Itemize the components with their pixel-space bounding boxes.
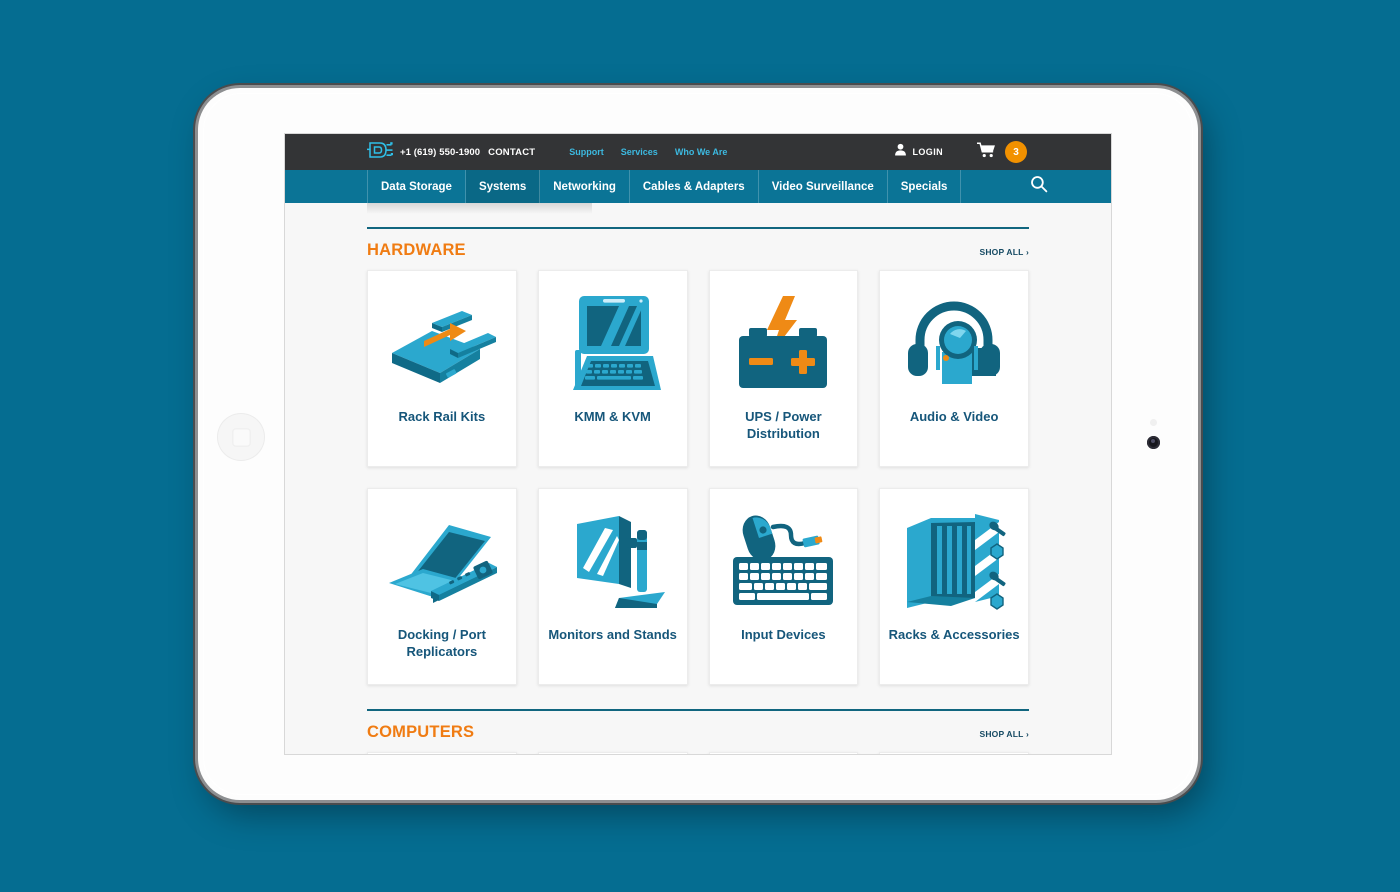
keyboard-mouse-icon	[710, 503, 858, 621]
category-tile-input-devices[interactable]: Input Devices	[708, 488, 859, 685]
kmm-kvm-icon	[539, 285, 687, 403]
category-label: Docking / Port Replicators	[397, 627, 486, 659]
category-label: Monitors and Stands	[548, 627, 677, 642]
ambient-light-sensor	[1150, 419, 1157, 426]
browser-viewport: +1 (619) 550-1900 CONTACT Support Servic…	[285, 134, 1111, 754]
section-title-hardware: HARDWARE	[367, 241, 466, 259]
login-label: LOGIN	[912, 147, 943, 157]
category-tile-audio-video[interactable]: Audio & Video	[879, 270, 1029, 467]
tablet-device: +1 (619) 550-1900 CONTACT Support Servic…	[198, 88, 1198, 800]
user-icon	[894, 143, 907, 161]
nav-item-networking[interactable]: Networking	[540, 170, 630, 203]
category-tile-kmm-kvm[interactable]: KMM & KVM	[537, 270, 688, 467]
category-label: Input Devices	[741, 627, 826, 642]
category-tile-computers-4[interactable]	[879, 752, 1029, 754]
cart-button[interactable]: 3	[976, 141, 1027, 163]
docking-station-icon	[368, 503, 516, 621]
home-button[interactable]	[217, 413, 265, 461]
site-logo[interactable]: +1 (619) 550-1900 CONTACT	[367, 140, 535, 165]
category-label: UPS / Power Distribution	[745, 409, 822, 441]
category-tile-monitors-and-stands[interactable]: Monitors and Stands	[537, 488, 688, 685]
contact-link[interactable]: CONTACT	[488, 147, 535, 158]
utility-bar: +1 (619) 550-1900 CONTACT Support Servic…	[285, 134, 1111, 170]
primary-navigation: Data Storage Systems Networking Cables &…	[285, 170, 1111, 214]
circuit-d-logo-icon	[367, 140, 393, 165]
section-header-hardware: HARDWARE SHOP ALL ›	[367, 229, 1029, 270]
front-camera	[1147, 436, 1160, 449]
ups-battery-icon	[710, 285, 858, 403]
login-button[interactable]: LOGIN	[894, 143, 944, 161]
utility-link-support[interactable]: Support	[569, 147, 604, 157]
home-button-square	[231, 427, 251, 447]
category-tile-docking-port-replicators[interactable]: Docking / Port Replicators	[367, 488, 517, 685]
search-button[interactable]	[1013, 170, 1065, 203]
nav-item-cables-adapters[interactable]: Cables & Adapters	[630, 170, 759, 203]
utility-link-services[interactable]: Services	[621, 147, 658, 157]
nav-item-systems[interactable]: Systems	[465, 170, 541, 203]
category-label: Audio & Video	[909, 409, 999, 424]
category-grid-computers	[367, 752, 1029, 754]
phone-number[interactable]: +1 (619) 550-1900	[400, 147, 480, 158]
server-rack-icon	[880, 503, 1028, 621]
utility-bar-right: LOGIN 3	[894, 141, 1027, 163]
nav-item-specials[interactable]: Specials	[888, 170, 962, 203]
shop-all-computers[interactable]: SHOP ALL ›	[979, 729, 1029, 739]
category-grid-hardware: Rack Rail Kits KMM & KVM UPS / Power Dis…	[367, 270, 1029, 685]
page-content: HARDWARE SHOP ALL › Rack Rail Kits KMM &…	[285, 227, 1111, 754]
category-label: KMM & KVM	[574, 409, 651, 424]
section-header-computers: COMPUTERS SHOP ALL ›	[367, 711, 1029, 752]
nav-item-data-storage[interactable]: Data Storage	[367, 170, 466, 203]
monitor-stand-icon	[539, 503, 687, 621]
shopping-cart-icon	[976, 141, 996, 163]
utility-links: Support Services Who We Are	[569, 147, 744, 157]
utility-link-who-we-are[interactable]: Who We Are	[675, 147, 728, 157]
category-tile-computers-3[interactable]	[708, 752, 859, 754]
search-icon	[1030, 175, 1048, 198]
cart-count-badge: 3	[1005, 141, 1027, 163]
category-tile-computers-2[interactable]	[537, 752, 688, 754]
section-title-computers: COMPUTERS	[367, 723, 475, 741]
category-label: Rack Rail Kits	[398, 409, 486, 424]
category-tile-computers-1[interactable]	[367, 752, 517, 754]
category-tile-rack-rail-kits[interactable]: Rack Rail Kits	[367, 270, 517, 467]
nav-item-video-surveillance[interactable]: Video Surveillance	[759, 170, 888, 203]
category-tile-ups-power-distribution[interactable]: UPS / Power Distribution	[708, 270, 859, 467]
category-label: Racks & Accessories	[888, 627, 1020, 642]
rack-rail-kit-icon	[368, 285, 516, 403]
headphones-camera-icon	[880, 285, 1028, 403]
nav-dropdown-shadow	[367, 203, 592, 214]
shop-all-hardware[interactable]: SHOP ALL ›	[979, 247, 1029, 257]
category-tile-racks-accessories[interactable]: Racks & Accessories	[879, 488, 1029, 685]
